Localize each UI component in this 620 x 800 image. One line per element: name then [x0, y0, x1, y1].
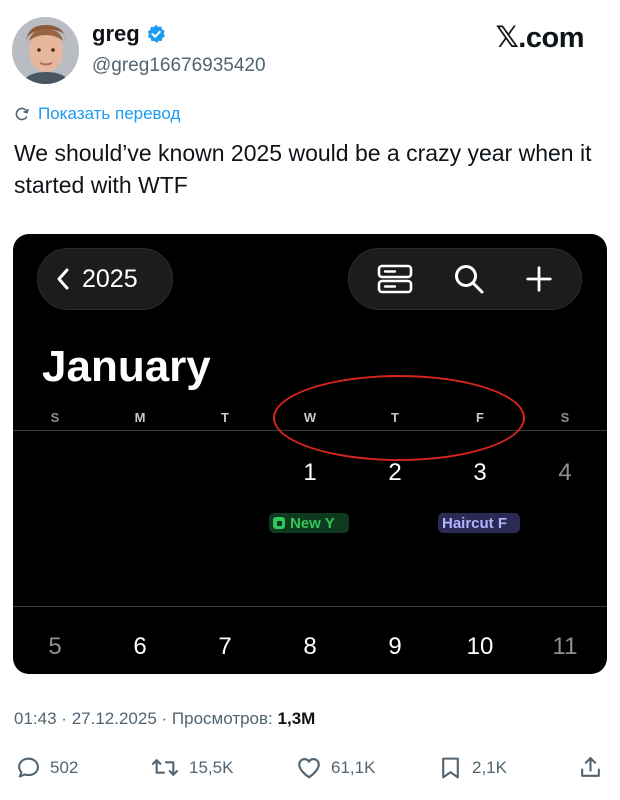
weekday-sat: S [560, 410, 570, 425]
chevron-left-icon [57, 268, 69, 290]
day-10: 10 [466, 633, 494, 660]
event-haircut-label: Haircut F [442, 514, 508, 532]
tweet-time[interactable]: 01:43 [14, 709, 57, 728]
avatar-photo [12, 17, 79, 84]
user-handle[interactable]: @greg16676935420 [92, 55, 266, 77]
add-icon [526, 266, 552, 292]
translate-link[interactable]: Показать перевод [14, 104, 180, 124]
day-1: 1 [303, 459, 317, 486]
list-view-icon [377, 264, 413, 294]
weekday-sun: S [50, 410, 60, 425]
day-2: 2 [388, 459, 402, 486]
tweet-date[interactable]: 27.12.2025 [72, 709, 157, 728]
share-button[interactable] [578, 755, 603, 780]
day-3: 3 [473, 459, 487, 486]
meta-separator: · [61, 709, 67, 728]
translate-label: Показать перевод [38, 104, 181, 123]
red-highlight-ellipse [273, 375, 525, 461]
tweet-meta: 01:43 · 27.12.2025 · Просмотров: 1,3M [14, 709, 315, 729]
meta-separator-2: · [161, 709, 168, 728]
event-new-year: New Y [269, 513, 349, 533]
year-back-button: 2025 [37, 248, 173, 310]
day-6: 6 [133, 633, 147, 660]
month-title: January [42, 342, 211, 391]
calendar-week-divider [13, 606, 607, 607]
repost-count: 15,5K [189, 757, 234, 777]
calendar-toolbar [348, 248, 582, 310]
like-count: 61,1K [331, 758, 376, 777]
views-label: Просмотров: [171, 709, 273, 728]
day-8: 8 [303, 633, 317, 660]
day-11: 11 [552, 633, 578, 660]
day-9: 9 [388, 633, 402, 660]
day-7: 7 [218, 633, 232, 660]
year-label: 2025 [82, 264, 138, 293]
weekday-tue: T [221, 410, 229, 425]
views-count: 1,3M [277, 709, 316, 728]
avatar[interactable] [12, 17, 79, 84]
bookmark-count: 2,1K [472, 758, 507, 777]
display-name[interactable]: greg [92, 21, 166, 47]
search-icon [455, 265, 484, 294]
event-new-year-label: New Y [290, 514, 335, 532]
reply-count: 502 [50, 757, 79, 777]
reply-icon [18, 757, 39, 778]
event-haircut: Haircut F [438, 513, 520, 533]
tweet-media-image[interactable]: 2025 January S M T W T F S 1 2 3 4 New Y… [13, 234, 607, 674]
tweet-text: We should’ve known 2025 would be a crazy… [14, 140, 592, 198]
verified-badge-icon [146, 24, 166, 44]
like-button[interactable]: 61,1K [296, 755, 375, 781]
heart-icon [298, 758, 320, 779]
reply-button[interactable]: 502 [16, 755, 78, 780]
share-icon [581, 757, 600, 777]
day-5: 5 [48, 633, 62, 660]
translate-icon [14, 106, 30, 122]
repost-icon [151, 759, 179, 776]
action-bar: 502 15,5K 61,1K 2,1K [0, 755, 620, 787]
event-calendar-icon [273, 517, 285, 529]
weekday-mon: M [134, 410, 146, 425]
repost-button[interactable]: 15,5K [150, 755, 233, 780]
x-logo[interactable]: 𝕏.com [495, 20, 584, 55]
day-4: 4 [558, 459, 572, 486]
bookmark-icon [442, 757, 459, 779]
display-name-text: greg [92, 21, 140, 46]
bookmark-button[interactable]: 2,1K [438, 755, 507, 781]
